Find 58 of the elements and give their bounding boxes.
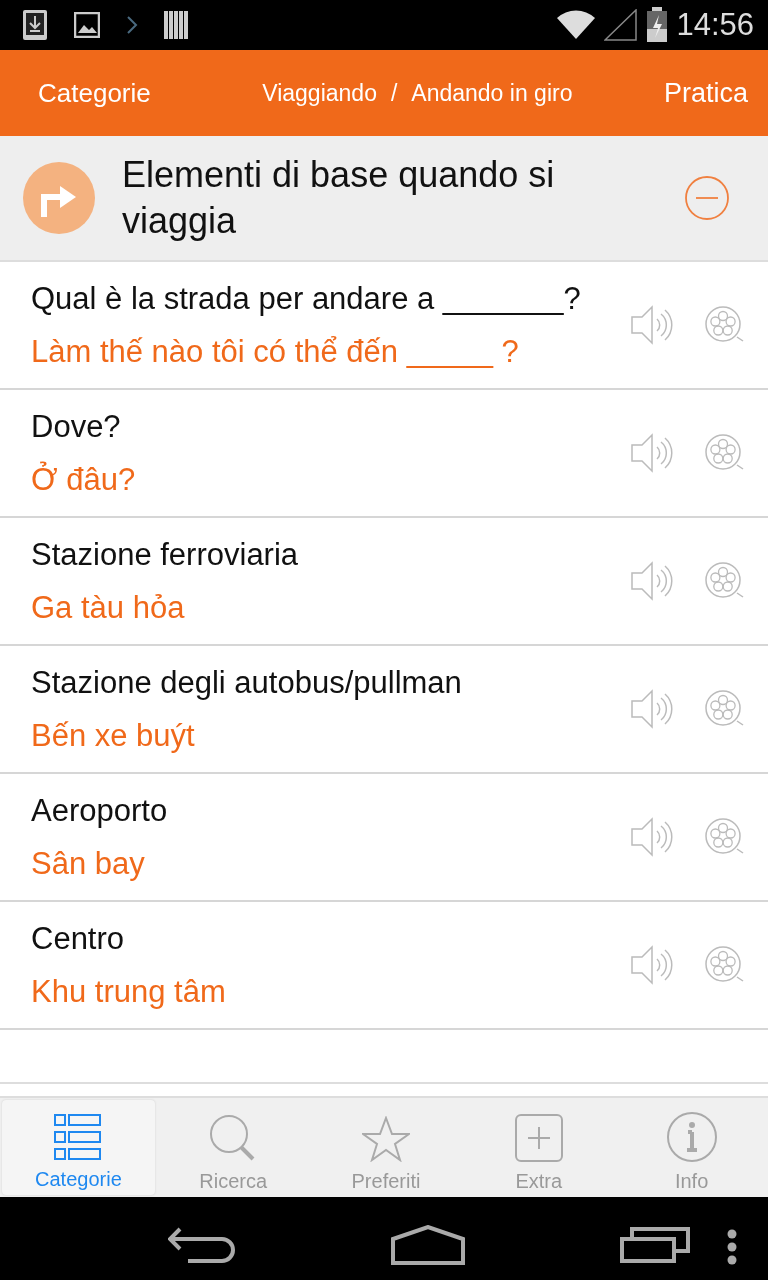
image-notification-icon: [74, 12, 100, 38]
phrase-row[interactable]: Dove? Ở đâu?: [0, 390, 768, 518]
film-reel-icon[interactable]: [704, 561, 746, 601]
phrase-text: Qual è la strada per andare a _______?: [31, 279, 582, 318]
phrase-translation: Làm thế nào tôi có thể đến _____ ?: [31, 332, 520, 371]
phrase-text: Stazione degli autobus/pullman: [31, 663, 463, 702]
tab[interactable]: Info: [615, 1098, 768, 1197]
clock: 14:56: [676, 7, 754, 43]
phrase-text: Aeroporto: [31, 791, 169, 830]
download-notification-icon: [22, 9, 48, 41]
tab[interactable]: Extra: [462, 1098, 616, 1197]
phrase-translation: Ga tàu hỏa: [31, 588, 186, 627]
speaker-icon[interactable]: [630, 433, 674, 473]
collapse-icon[interactable]: [684, 175, 730, 221]
phrase-text: Dove?: [31, 407, 122, 446]
signal-icon: [604, 9, 639, 41]
speaker-icon[interactable]: [630, 817, 674, 857]
barcode-icon: [164, 10, 190, 40]
chevron-icon: [126, 15, 138, 35]
breadcrumb-item: Andando in giro: [411, 79, 573, 107]
film-reel-icon[interactable]: [704, 433, 746, 473]
phrase-row[interactable]: Qual è la strada per andare a _______? Làm thế nào tôi có thể đến _____ ?: [0, 262, 768, 390]
phrase-row[interactable]: Stazione ferroviaria Ga tàu hỏa: [0, 518, 768, 646]
practice-button[interactable]: Pratica: [663, 77, 748, 109]
phrase-row[interactable]: Aeroporto Sân bay: [0, 774, 768, 902]
tab[interactable]: Ricerca: [156, 1098, 310, 1197]
battery-icon: [646, 7, 669, 43]
speaker-icon[interactable]: [630, 945, 674, 985]
phrase-text: Centro: [31, 919, 126, 958]
star-icon: [362, 1116, 410, 1162]
tab[interactable]: Preferiti: [309, 1098, 463, 1197]
phrase-text: Stazione ferroviaria: [31, 535, 300, 574]
breadcrumb-item: Viaggiando: [262, 79, 377, 107]
film-reel-icon[interactable]: [704, 817, 746, 857]
section-title: Elementi di base quando si viaggia: [121, 153, 556, 243]
phrase-translation: Ở đâu?: [31, 460, 137, 499]
speaker-icon[interactable]: [630, 305, 674, 345]
list-icon: [54, 1114, 103, 1160]
plus-icon: [514, 1114, 563, 1162]
phrase-row[interactable]: Centro Khu trung tâm: [0, 902, 768, 1030]
phrase-row[interactable]: Stazione degli autobus/pullman Bến xe buýt: [0, 646, 768, 774]
overflow-menu-icon[interactable]: [726, 1229, 738, 1265]
film-reel-icon[interactable]: [704, 305, 746, 345]
back-icon[interactable]: [167, 1226, 236, 1263]
wifi-icon: [556, 10, 597, 40]
home-icon[interactable]: [391, 1224, 465, 1265]
phrase-translation: Khu trung tâm: [31, 972, 227, 1011]
info-icon: [666, 1112, 717, 1162]
film-reel-icon[interactable]: [704, 689, 746, 729]
recent-apps-icon[interactable]: [620, 1226, 691, 1263]
phrase-translation: Bến xe buýt: [31, 716, 196, 755]
tab[interactable]: Categorie: [2, 1100, 155, 1195]
breadcrumb-separator: /: [390, 79, 398, 107]
phrase-translation: Sân bay: [31, 844, 146, 883]
film-reel-icon[interactable]: [704, 945, 746, 985]
back-button[interactable]: Categorie: [38, 77, 151, 109]
speaker-icon[interactable]: [630, 689, 674, 729]
speaker-icon[interactable]: [630, 561, 674, 601]
